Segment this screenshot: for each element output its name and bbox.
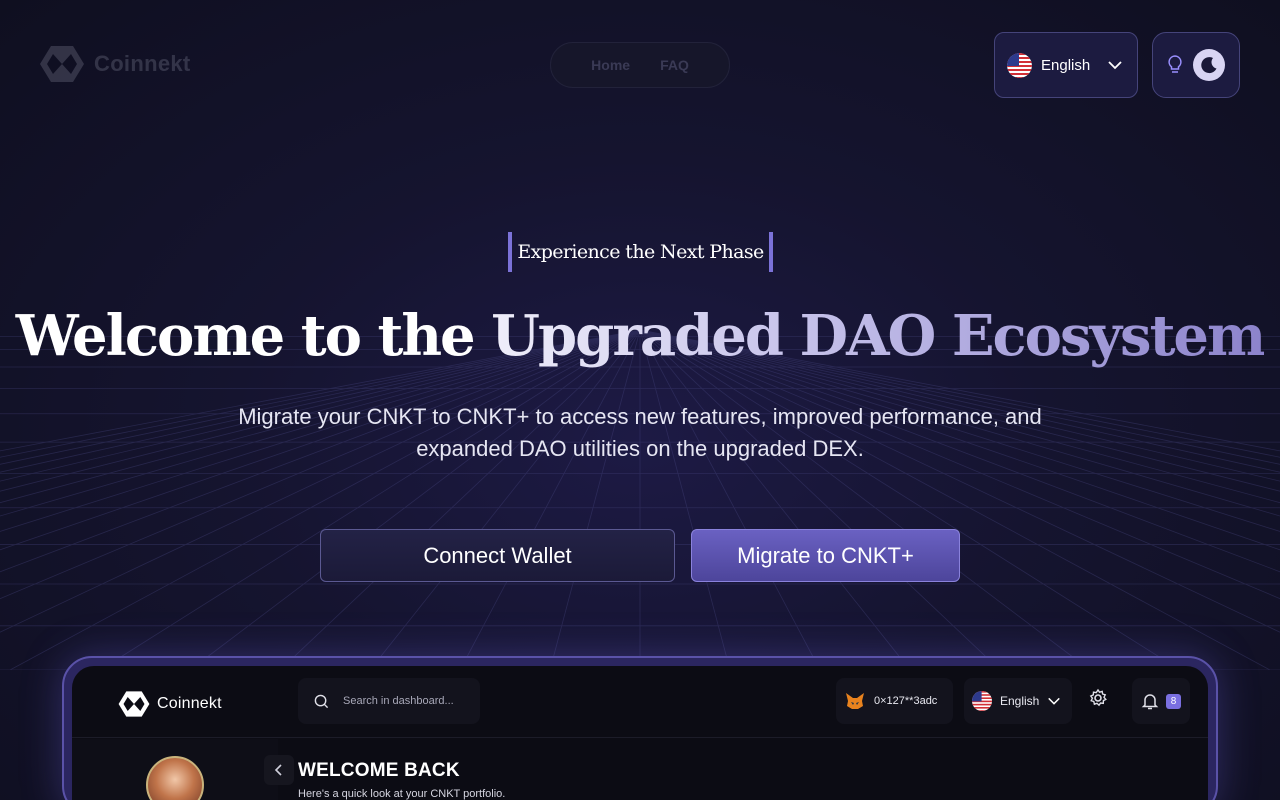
nav-home[interactable]: Home	[591, 57, 630, 73]
preview-brand-name: Coinnekt	[157, 695, 222, 712]
sidebar-collapse-button[interactable]	[264, 755, 294, 785]
lightbulb-icon[interactable]	[1165, 54, 1185, 76]
nav-faq[interactable]: FAQ	[660, 57, 689, 73]
preview-logo: Coinnekt	[118, 690, 222, 718]
search-icon	[314, 694, 329, 708]
bell-icon	[1141, 694, 1159, 710]
language-selector[interactable]: English	[994, 32, 1138, 98]
chevron-down-icon	[1108, 61, 1122, 70]
preview-language-label: English	[1000, 694, 1040, 708]
preview-search[interactable]	[298, 678, 480, 724]
metamask-fox-icon	[846, 693, 864, 709]
chevron-left-icon	[274, 764, 282, 776]
header: Coinnekt Home FAQ English	[0, 0, 1280, 130]
welcome-title: WELCOME BACK	[298, 760, 460, 781]
brand-name: Coinnekt	[94, 51, 191, 76]
logo[interactable]: Coinnekt	[40, 44, 191, 84]
wallet-address: 0×127**3adc	[874, 695, 938, 707]
coinnekt-logo-icon	[118, 691, 150, 717]
eyebrow-tagline: Experience the Next Phase	[508, 232, 773, 272]
connect-wallet-button[interactable]: Connect Wallet	[320, 529, 675, 582]
theme-toggle[interactable]	[1152, 32, 1240, 98]
us-flag-icon	[1007, 52, 1032, 78]
dark-mode-button[interactable]	[1193, 49, 1225, 81]
welcome-subtitle: Here's a quick look at your CNKT portfol…	[298, 788, 506, 800]
gear-icon[interactable]	[1088, 688, 1108, 708]
main-nav: Home FAQ	[550, 42, 730, 88]
preview-wallet-button[interactable]: 0×127**3adc	[836, 678, 953, 724]
hero-title: Welcome to the Upgraded DAO Ecosystem	[0, 300, 1280, 372]
dashboard-preview: Coinnekt 0×127**3adc	[72, 666, 1208, 800]
language-label: English	[1041, 56, 1091, 74]
us-flag-icon	[972, 691, 992, 711]
notification-count-badge: 8	[1166, 693, 1181, 709]
preview-search-input[interactable]	[343, 695, 473, 707]
migrate-button[interactable]: Migrate to CNKT+	[691, 529, 960, 582]
preview-notifications[interactable]: 8	[1132, 678, 1190, 724]
coinnekt-logo-icon	[40, 46, 84, 82]
preview-sidebar	[72, 739, 278, 800]
avatar[interactable]	[146, 756, 204, 800]
moon-icon	[1201, 57, 1217, 74]
preview-topbar: Coinnekt 0×127**3adc	[72, 666, 1208, 738]
preview-language-selector[interactable]: English	[964, 678, 1072, 724]
hero-subtitle: Migrate your CNKT to CNKT+ to access new…	[238, 404, 1042, 461]
hero-title-part2: Upgraded DAO Ecosystem	[491, 303, 1266, 369]
chevron-down-icon	[1048, 697, 1061, 705]
hero-title-part1: Welcome to the	[15, 303, 492, 369]
background-grid	[0, 330, 1280, 670]
